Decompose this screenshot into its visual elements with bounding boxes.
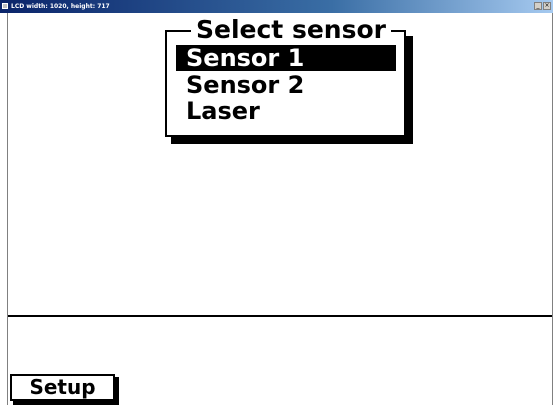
divider-line: [8, 315, 552, 317]
close-icon[interactable]: ×: [543, 2, 551, 10]
window-app-icon: [2, 3, 8, 9]
lcd-window: LCD width: 1020, height: 717 _ × Select …: [0, 0, 553, 405]
dialog-title: Select sensor: [191, 16, 391, 43]
menu-item-laser[interactable]: Laser: [176, 98, 396, 124]
window-left-border: [7, 13, 8, 405]
title-bar[interactable]: LCD width: 1020, height: 717 _ ×: [0, 0, 553, 13]
minimize-icon[interactable]: _: [534, 2, 542, 10]
menu-item-sensor-1[interactable]: Sensor 1: [176, 45, 396, 71]
setup-button[interactable]: Setup: [10, 374, 115, 401]
window-controls: _ ×: [534, 2, 551, 10]
menu-item-sensor-2[interactable]: Sensor 2: [176, 72, 396, 98]
window-title: LCD width: 1020, height: 717: [11, 3, 110, 10]
